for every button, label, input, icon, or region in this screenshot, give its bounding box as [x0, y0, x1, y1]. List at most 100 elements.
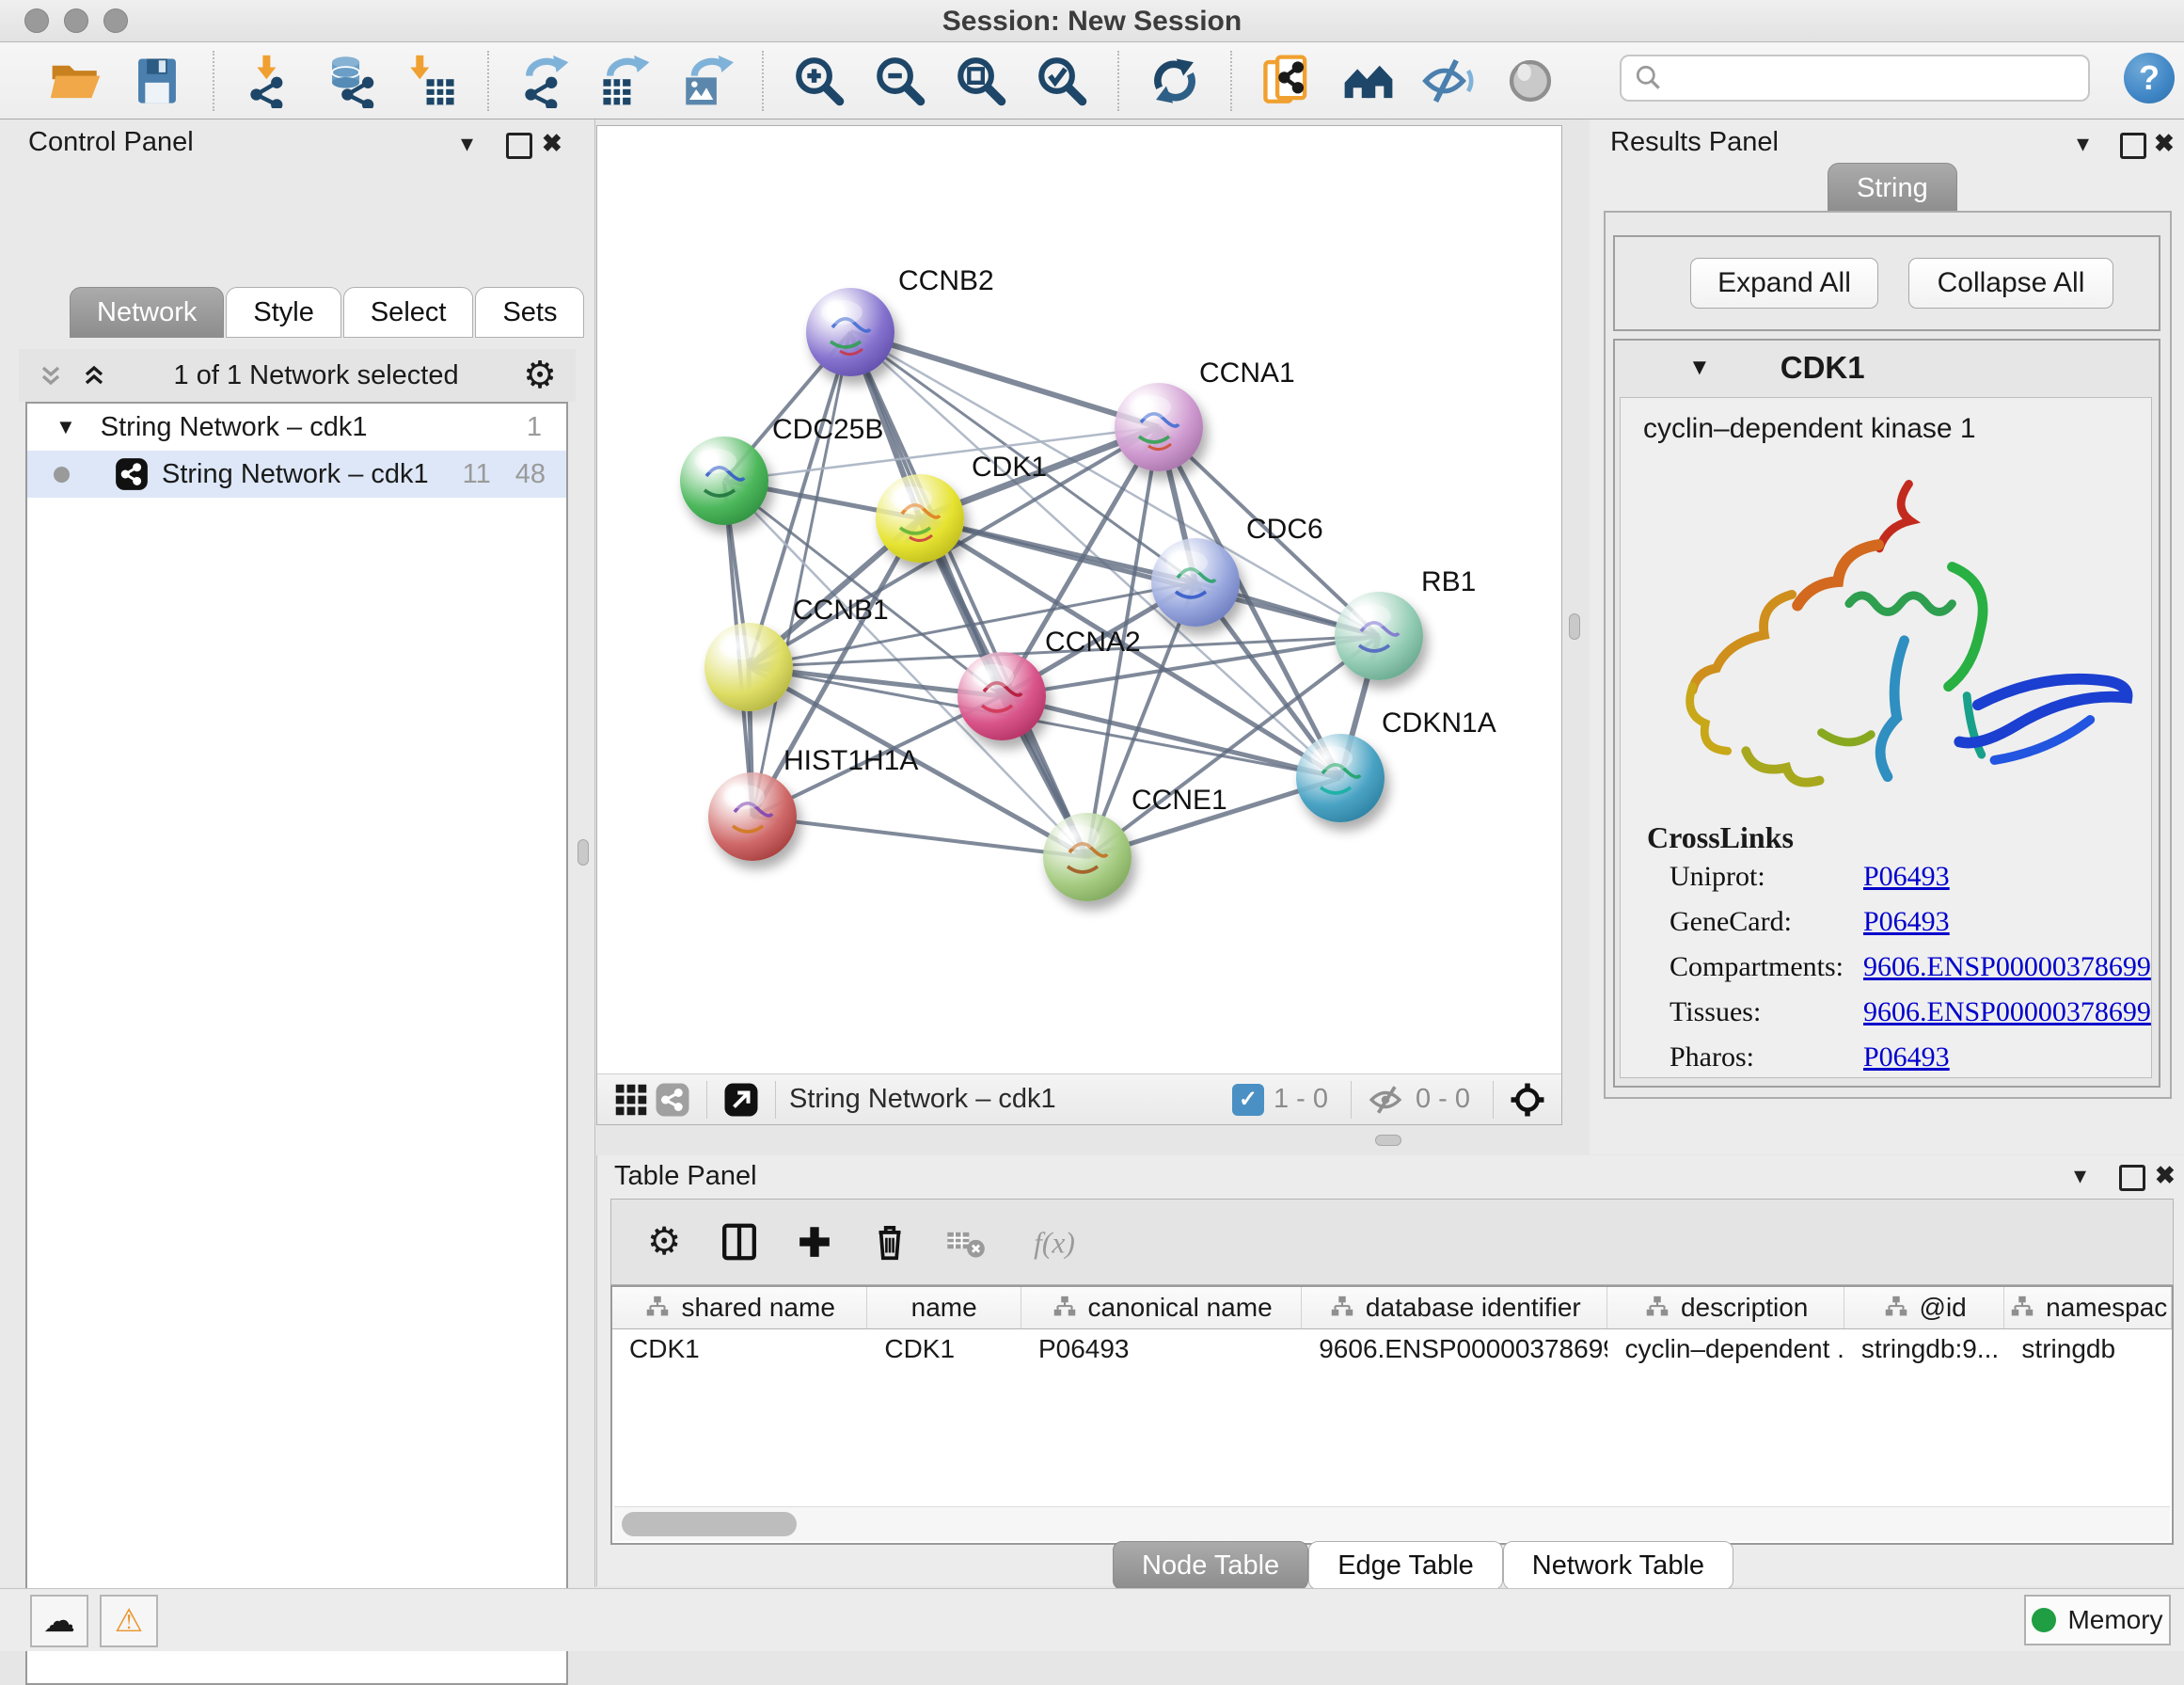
add-column-icon[interactable]	[788, 1216, 841, 1268]
ndex-import-icon[interactable]	[1258, 51, 1318, 111]
network-node-ccne1[interactable]	[1043, 813, 1132, 901]
network-node-ccnb1[interactable]	[704, 623, 793, 711]
tab-sets[interactable]: Sets	[475, 287, 584, 338]
crosslink-row: Pharos:P06493	[1670, 1041, 2151, 1073]
delete-column-icon[interactable]	[863, 1216, 916, 1268]
table-cell: cyclin–dependent ...	[1607, 1329, 1844, 1369]
table-panel-title: Table Panel	[614, 1161, 757, 1192]
node-label-hist1h1a: HIST1H1A	[783, 745, 918, 777]
tab-string[interactable]: String	[1828, 163, 1957, 214]
results-panel-close-icon[interactable]: ✖	[2154, 131, 2175, 155]
tab-edge-table[interactable]: Edge Table	[1308, 1541, 1503, 1590]
network-node-cdk1[interactable]	[876, 474, 964, 563]
help-button[interactable]: ?	[2124, 53, 2175, 103]
hide-graphics-details-icon[interactable]	[1419, 51, 1480, 111]
crosslink-value-link[interactable]: P06493	[1863, 861, 1950, 893]
collapse-all-button[interactable]: Collapse All	[1908, 258, 2113, 309]
tree-caret-icon[interactable]: ▼	[55, 415, 76, 439]
network-view[interactable]: CCNB2CCNA1CDC25BCDK1CDC6RB1CCNB1CCNA2CDK…	[596, 125, 1562, 1125]
tab-style[interactable]: Style	[226, 287, 340, 338]
column-header-namespac[interactable]: namespac	[2004, 1287, 2172, 1328]
collapse-all-icon[interactable]	[36, 360, 66, 390]
network-node-ccna1[interactable]	[1115, 383, 1203, 471]
table-panel-close-icon[interactable]: ✖	[2155, 1163, 2176, 1187]
table-cell: stringdb	[2004, 1329, 2172, 1369]
splitter-handle-left[interactable]	[578, 839, 589, 866]
column-header-sharedname[interactable]: shared name	[612, 1287, 867, 1328]
table-row[interactable]: CDK1CDK1P064939606.ENSP00000378699cyclin…	[612, 1329, 2172, 1369]
tab-network[interactable]: Network	[70, 287, 224, 338]
crosslink-label: Tissues:	[1670, 996, 1863, 1028]
memory-button[interactable]: Memory	[2024, 1595, 2171, 1645]
network-node-ccna2[interactable]	[957, 652, 1046, 740]
tab-network-table[interactable]: Network Table	[1503, 1541, 1733, 1590]
network-tree-row[interactable]: ▼String Network – cdk11	[27, 404, 566, 451]
column-header-canonicalname[interactable]: canonical name	[1021, 1287, 1302, 1328]
scrollbar-thumb[interactable]	[622, 1512, 797, 1536]
node-label-ccna2: CCNA2	[1045, 627, 1141, 659]
column-header-name[interactable]: name	[867, 1287, 1021, 1328]
zoom-out-icon[interactable]	[870, 51, 930, 111]
network-node-ccnb2[interactable]	[806, 288, 894, 376]
expand-all-icon[interactable]	[79, 360, 109, 390]
network-tree-row[interactable]: String Network – cdk11148	[27, 451, 566, 498]
results-card: Expand All Collapse All ▼ CDK1 cyclin–de…	[1604, 211, 2172, 1099]
network-node-cdc6[interactable]	[1151, 538, 1240, 627]
network-node-hist1h1a[interactable]	[708, 772, 797, 861]
table-panel-menu-icon[interactable]: ▾	[2074, 1163, 2086, 1188]
column-header-databaseidentifier[interactable]: database identifier	[1302, 1287, 1607, 1328]
export-table-icon[interactable]	[595, 51, 656, 111]
tab-node-table[interactable]: Node Table	[1113, 1541, 1308, 1590]
apply-layout-icon[interactable]	[1145, 51, 1205, 111]
gear-icon[interactable]: ⚙	[638, 1216, 690, 1268]
save-icon[interactable]	[127, 51, 187, 111]
results-panel-menu-icon[interactable]: ▾	[2077, 131, 2089, 156]
control-panel-menu-icon[interactable]: ▾	[461, 131, 473, 156]
import-database-icon[interactable]	[321, 51, 381, 111]
birdseye-crosshair-icon[interactable]	[1507, 1079, 1548, 1121]
tab-select[interactable]: Select	[343, 287, 474, 338]
external-link-icon[interactable]	[720, 1079, 762, 1121]
zoom-in-icon[interactable]	[789, 51, 849, 111]
import-table-icon[interactable]	[402, 51, 462, 111]
network-node-cdkn1a[interactable]	[1296, 734, 1385, 822]
split-columns-icon[interactable]	[713, 1216, 766, 1268]
expand-all-button[interactable]: Expand All	[1690, 258, 1878, 309]
network-node-rb1[interactable]	[1335, 592, 1423, 680]
zoom-fit-icon[interactable]	[951, 51, 1011, 111]
network-nodes: CCNB2CCNA1CDC25BCDK1CDC6RB1CCNB1CCNA2CDK…	[597, 126, 1561, 1073]
warning-icon[interactable]: ⚠	[100, 1595, 158, 1647]
crosslink-value-link[interactable]: 9606.ENSP00000378699	[1863, 951, 2151, 983]
network-node-cdc25b[interactable]	[680, 437, 768, 525]
network-selected-count: 1 of 1 Network selected	[109, 360, 523, 391]
column-header-description[interactable]: description	[1607, 1287, 1844, 1328]
search-field[interactable]	[1620, 55, 2090, 102]
results-panel-float-icon[interactable]	[2120, 133, 2146, 159]
crosslink-value-link[interactable]: 9606.ENSP00000378699	[1863, 996, 2151, 1028]
gear-icon[interactable]: ⚙	[523, 357, 557, 394]
network-share-icon[interactable]	[652, 1079, 693, 1121]
export-network-icon[interactable]	[514, 51, 575, 111]
title-bar: Session: New Session	[0, 0, 2184, 42]
splitter-handle-right[interactable]	[1569, 613, 1580, 640]
houses-icon[interactable]	[1338, 51, 1399, 111]
control-panel-float-icon[interactable]	[506, 133, 532, 159]
control-panel-close-icon[interactable]: ✖	[542, 131, 562, 155]
export-image-icon[interactable]	[676, 51, 736, 111]
results-panel: Results Panel ▾ ✖ String Expand All Coll…	[1590, 119, 2184, 1154]
birds-eye-view-icon[interactable]	[1500, 51, 1560, 111]
column-header-@id[interactable]: @id	[1844, 1287, 2005, 1328]
import-network-icon[interactable]	[240, 51, 300, 111]
crosslink-value-link[interactable]: P06493	[1863, 1041, 1950, 1073]
cloud-icon[interactable]: ☁	[30, 1595, 88, 1647]
selected-checkbox[interactable]: ✓	[1232, 1084, 1264, 1116]
table-panel-float-icon[interactable]	[2119, 1165, 2145, 1191]
table-cell: stringdb:9...	[1844, 1329, 2005, 1369]
open-folder-icon[interactable]	[46, 51, 106, 111]
splitter-handle-horizontal[interactable]	[1375, 1135, 1401, 1146]
grid-view-icon[interactable]	[610, 1079, 652, 1121]
zoom-selected-icon[interactable]	[1032, 51, 1092, 111]
horizontal-scrollbar[interactable]	[614, 1506, 2170, 1541]
crosslink-value-link[interactable]: P06493	[1863, 906, 1950, 938]
collapse-section-icon[interactable]: ▼	[1688, 355, 1711, 381]
